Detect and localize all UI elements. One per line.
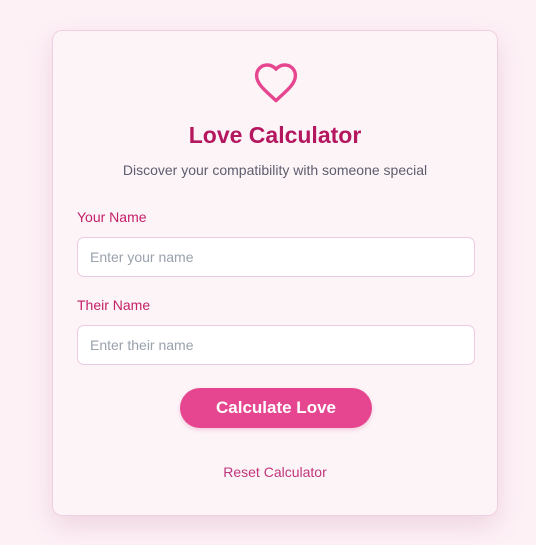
their-name-label: Their Name (77, 297, 151, 313)
your-name-input[interactable] (77, 237, 475, 277)
reset-calculator-link[interactable]: Reset Calculator (53, 463, 497, 481)
their-name-input[interactable] (77, 325, 475, 365)
your-name-label: Your Name (77, 209, 147, 225)
page-title: Love Calculator (188, 122, 362, 148)
calculate-love-button[interactable]: Calculate Love (180, 388, 372, 428)
love-calculator-card: Love Calculator Discover your compatibil… (52, 30, 498, 516)
page-subtitle: Discover your compatibility with someone… (122, 162, 428, 178)
heart-icon (254, 63, 298, 103)
